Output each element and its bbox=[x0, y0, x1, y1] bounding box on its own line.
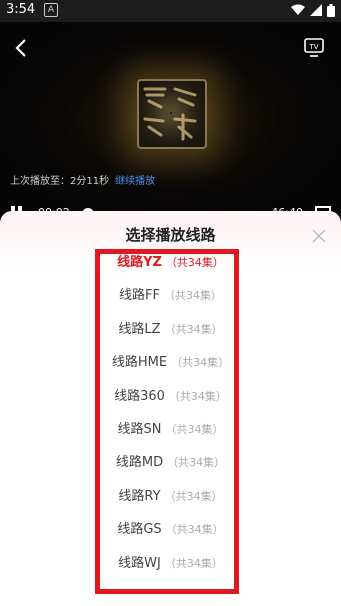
route-name: 线路MD bbox=[115, 455, 164, 470]
route-episode-count: （共34集） bbox=[165, 256, 224, 269]
route-item[interactable]: 线路YZ （共34集） bbox=[0, 251, 341, 273]
route-name: 线路YZ bbox=[117, 255, 162, 270]
status-bar: 3:54 A bbox=[0, 0, 341, 22]
close-icon[interactable] bbox=[311, 228, 327, 244]
route-name: 线路WJ bbox=[118, 556, 161, 571]
app-notification-icon: A bbox=[44, 3, 58, 17]
route-episode-count: （共34集） bbox=[163, 289, 222, 302]
back-arrow-icon[interactable] bbox=[10, 36, 34, 60]
route-episode-count: （共34集） bbox=[165, 423, 224, 436]
resume-play-link[interactable]: 继续播放 bbox=[115, 176, 155, 187]
route-name: 线路LZ bbox=[118, 322, 161, 337]
status-icons bbox=[291, 3, 335, 17]
route-name: 线路360 bbox=[114, 389, 165, 404]
route-episode-count: （共34集） bbox=[171, 356, 230, 369]
status-time: 3:54 bbox=[6, 2, 36, 17]
wifi-icon bbox=[291, 4, 305, 15]
route-episode-count: （共34集） bbox=[164, 323, 223, 336]
svg-text:TV: TV bbox=[308, 43, 318, 51]
route-item[interactable]: 线路MD （共34集） bbox=[0, 451, 341, 473]
route-episode-count: （共34集） bbox=[164, 490, 223, 503]
route-name: 线路SN bbox=[117, 422, 162, 437]
route-name: 线路RY bbox=[118, 489, 161, 504]
route-episode-count: （共34集） bbox=[165, 523, 224, 536]
route-item[interactable]: 线路360 （共34集） bbox=[0, 385, 341, 407]
route-item[interactable]: 线路FF （共34集） bbox=[0, 284, 341, 306]
route-item[interactable]: 线路RY （共34集） bbox=[0, 485, 341, 507]
route-name: 线路HME bbox=[111, 355, 168, 370]
route-item[interactable]: 线路GS （共34集） bbox=[0, 518, 341, 540]
route-select-sheet: 选择播放线路 线路YZ （共34集） 线路FF （共34集） 线路LZ （共34集） … bbox=[0, 211, 341, 606]
route-item[interactable]: 线路HME （共34集） bbox=[0, 351, 341, 373]
route-episode-count: （共34集） bbox=[168, 390, 227, 403]
tv-cast-icon[interactable]: TV bbox=[303, 36, 325, 58]
battery-icon bbox=[327, 3, 335, 17]
light-flare bbox=[170, 112, 172, 114]
sheet-title: 选择播放线路 bbox=[125, 226, 216, 244]
resume-label: 上次播放至：2分11秒 bbox=[10, 176, 110, 187]
signal-icon bbox=[310, 4, 322, 16]
route-name: 线路FF bbox=[119, 288, 160, 303]
system-nav-bar bbox=[0, 596, 341, 606]
route-item[interactable]: 线路SN （共34集） bbox=[0, 418, 341, 440]
route-item[interactable]: 线路LZ （共34集） bbox=[0, 318, 341, 340]
resume-hint: 上次播放至：2分11秒 继续播放 bbox=[10, 172, 155, 187]
route-item[interactable]: 线路WJ （共34集） bbox=[0, 552, 341, 574]
route-episode-count: （共34集） bbox=[164, 557, 223, 570]
route-name: 线路GS bbox=[117, 522, 162, 537]
route-episode-count: （共34集） bbox=[167, 456, 226, 469]
video-logo-seal bbox=[137, 79, 207, 149]
video-player[interactable]: TV 上次播放至：2分11秒继续播放 00:02 46:40 bbox=[0, 22, 341, 222]
